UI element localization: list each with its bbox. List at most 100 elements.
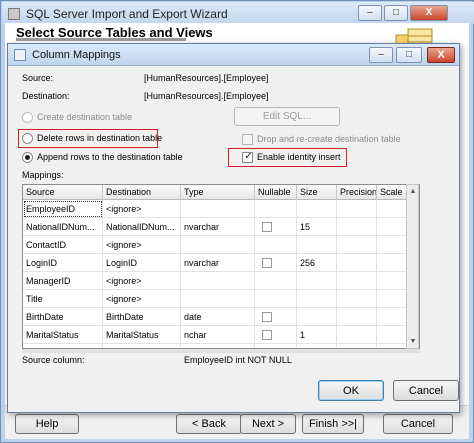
cell-type[interactable]: nchar [181, 326, 255, 344]
cell-type[interactable]: nvarchar [181, 254, 255, 272]
checkmark-icon: ✓ [244, 151, 253, 162]
minimize-button[interactable]: – [358, 5, 382, 21]
enable-identity-insert-checkbox[interactable]: ✓ [242, 151, 253, 163]
create-destination-table-radio[interactable] [22, 112, 33, 123]
cell-source[interactable]: NationalIDNum... [23, 218, 103, 236]
cell-source[interactable]: LoginID [23, 254, 103, 272]
table-row[interactable]: MaritalStatus MaritalStatus nchar 1 [23, 326, 419, 344]
cell-source[interactable]: BirthDate [23, 308, 103, 326]
edit-sql-button[interactable]: Edit SQL... [234, 107, 340, 126]
cell-destination[interactable]: <ignore> [103, 236, 181, 254]
cell-precision[interactable] [337, 326, 377, 344]
cell-nullable[interactable] [255, 326, 297, 344]
table-row[interactable]: NationalIDNum... NationalIDNum... nvarchar… [23, 218, 419, 236]
grid-horizontal-scrollbar[interactable] [22, 349, 420, 353]
nullable-checkbox[interactable] [262, 222, 272, 232]
cell-precision[interactable] [337, 236, 377, 254]
table-row[interactable]: ContactID <ignore> [23, 236, 419, 254]
cell-type[interactable]: nvarchar [181, 218, 255, 236]
cell-precision[interactable] [337, 218, 377, 236]
nullable-checkbox[interactable] [262, 258, 272, 268]
dialog-maximize-button[interactable]: □ [396, 47, 422, 63]
cell-size[interactable] [297, 272, 337, 290]
cell-type[interactable] [181, 290, 255, 308]
column-header-nullable[interactable]: Nullable [255, 185, 297, 200]
drop-recreate-label: Drop and re-create destination table [257, 134, 401, 144]
next-button[interactable]: Next > [240, 414, 296, 434]
cell-nullable[interactable] [255, 272, 297, 290]
cell-precision[interactable] [337, 272, 377, 290]
close-button[interactable]: X [410, 5, 448, 21]
grid-body: EmployeeID <ignore> NationalIDNum... Nation… [23, 200, 419, 348]
grid-vertical-scrollbar[interactable]: ▲ ▼ [406, 184, 419, 349]
source-value: [HumanResources].[Employee] [144, 73, 269, 83]
cell-nullable[interactable] [255, 200, 297, 218]
cell-precision[interactable] [337, 290, 377, 308]
cell-size[interactable]: 1 [297, 326, 337, 344]
cell-type[interactable] [181, 200, 255, 218]
column-header-destination[interactable]: Destination [103, 185, 181, 200]
column-header-type[interactable]: Type [181, 185, 255, 200]
dialog-cancel-button[interactable]: Cancel [393, 380, 459, 401]
cell-type[interactable] [181, 236, 255, 254]
cell-destination[interactable]: LoginID [103, 254, 181, 272]
back-button[interactable]: < Back [176, 414, 242, 434]
mappings-label: Mappings: [22, 170, 64, 180]
dialog-minimize-button[interactable]: – [369, 47, 393, 63]
cell-destination[interactable]: MaritalStatus [103, 326, 181, 344]
delete-rows-radio[interactable] [22, 133, 33, 144]
cell-precision[interactable] [337, 200, 377, 218]
cell-size[interactable]: 256 [297, 254, 337, 272]
append-rows-label: Append rows to the destination table [37, 152, 183, 162]
table-row[interactable]: LoginID LoginID nvarchar 256 [23, 254, 419, 272]
finish-button[interactable]: Finish >>| [302, 414, 364, 434]
cell-source[interactable]: Title [23, 290, 103, 308]
cell-destination[interactable]: BirthDate [103, 308, 181, 326]
table-row[interactable]: Title <ignore> [23, 290, 419, 308]
table-row[interactable]: ManagerID <ignore> [23, 272, 419, 290]
cell-size[interactable] [297, 236, 337, 254]
dialog-close-button[interactable]: X [427, 47, 455, 63]
cell-size[interactable] [297, 290, 337, 308]
cell-source[interactable]: MaritalStatus [23, 326, 103, 344]
scroll-down-icon[interactable]: ▼ [408, 336, 418, 346]
cell-nullable[interactable] [255, 236, 297, 254]
column-header-source[interactable]: Source [23, 185, 103, 200]
cell-nullable[interactable] [255, 254, 297, 272]
cell-destination[interactable]: NationalIDNum... [103, 218, 181, 236]
cell-destination[interactable]: <ignore> [103, 272, 181, 290]
create-destination-table-label: Create destination table [37, 112, 133, 122]
wizard-app-icon [8, 8, 20, 20]
nullable-checkbox[interactable] [262, 330, 272, 340]
dialog-app-icon [14, 49, 26, 61]
ok-button[interactable]: OK [318, 380, 384, 401]
scroll-up-icon[interactable]: ▲ [408, 186, 418, 196]
wizard-cancel-button[interactable]: Cancel [383, 414, 453, 434]
nullable-checkbox[interactable] [262, 312, 272, 322]
dialog-titlebar: Column Mappings – □ X [8, 44, 459, 66]
maximize-button[interactable]: □ [384, 5, 408, 21]
table-row[interactable]: BirthDate BirthDate date [23, 308, 419, 326]
cell-destination[interactable]: <ignore> [103, 200, 181, 218]
drop-recreate-checkbox[interactable] [242, 134, 253, 145]
cell-size[interactable]: 15 [297, 218, 337, 236]
cell-precision[interactable] [337, 308, 377, 326]
cell-nullable[interactable] [255, 290, 297, 308]
column-header-size[interactable]: Size [297, 185, 337, 200]
cell-type[interactable] [181, 272, 255, 290]
append-rows-radio[interactable] [22, 152, 33, 163]
cell-destination[interactable]: <ignore> [103, 290, 181, 308]
cell-type[interactable]: date [181, 308, 255, 326]
cell-nullable[interactable] [255, 218, 297, 236]
cell-source[interactable]: ManagerID [23, 272, 103, 290]
cell-size[interactable] [297, 308, 337, 326]
cell-size[interactable] [297, 200, 337, 218]
help-button[interactable]: Help [15, 414, 79, 434]
cell-precision[interactable] [337, 254, 377, 272]
column-header-precision[interactable]: Precision [337, 185, 377, 200]
cell-nullable[interactable] [255, 308, 297, 326]
table-row[interactable]: EmployeeID <ignore> [23, 200, 419, 218]
cell-source[interactable]: ContactID [23, 236, 103, 254]
cell-source[interactable]: EmployeeID [23, 200, 103, 218]
destination-label: Destination: [22, 91, 70, 101]
